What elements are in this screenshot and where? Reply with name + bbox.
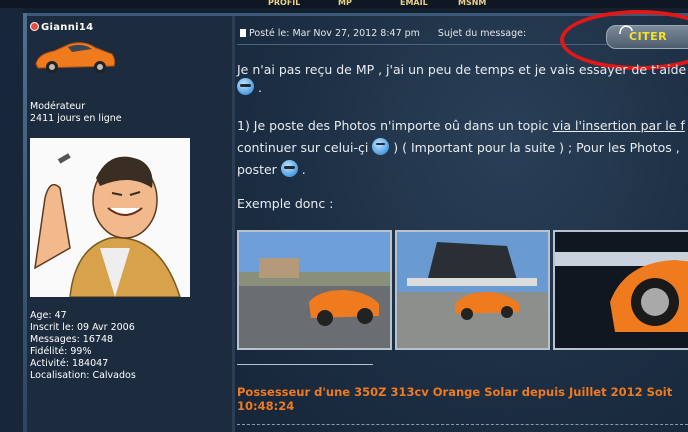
- pm-button[interactable]: MP: [338, 0, 352, 6]
- author-stats: Age: 47 Inscrit le: 09 Avr 2006 Messages…: [30, 310, 136, 382]
- photo-2-image: [397, 232, 548, 348]
- online-status-icon: [30, 22, 39, 31]
- cool-smiley-icon: [237, 78, 254, 95]
- post-icon: [240, 29, 246, 37]
- insertion-link[interactable]: via l'insertion par le f: [553, 118, 685, 133]
- stat-messages: Messages: 16748: [30, 334, 114, 345]
- author-avatar: [30, 138, 190, 297]
- post-date: Posté le: Mar Nov 27, 2012 8:47 pm: [249, 28, 420, 39]
- photo-thumbnail-2[interactable]: [395, 230, 550, 350]
- post-line-1: Je n'ai pas reçu de MP , j'ai un peu de …: [237, 62, 687, 77]
- smile-smiley-icon: [372, 138, 390, 155]
- line2-text: 1) Je poste des Photos n'importe oû dans…: [237, 118, 553, 133]
- photo-thumbnail-1[interactable]: [237, 230, 392, 350]
- days-online-text: 2411 jours en ligne: [30, 113, 122, 124]
- photo-1-image: [239, 232, 390, 348]
- cool-smiley-icon-2: [280, 160, 298, 177]
- photo-thumbnail-3[interactable]: [553, 230, 688, 350]
- stat-location: Localisation: Calvados: [30, 370, 136, 381]
- line4-end-text: .: [297, 162, 306, 177]
- stat-loyalty: Fidélité: 99%: [30, 346, 92, 357]
- post-line-2: 1) Je poste des Photos n'importe oû dans…: [237, 118, 685, 133]
- profile-button[interactable]: PROFIL: [268, 0, 300, 6]
- avatar-caricature: [30, 138, 190, 297]
- photo-3-image: [555, 232, 688, 348]
- author-name[interactable]: Gianni14: [30, 22, 93, 33]
- author-role: Modérateur 2411 jours en ligne: [30, 101, 122, 125]
- post-body-area: [235, 16, 688, 432]
- page-left-margin: [0, 0, 23, 432]
- post-line-3: continuer sur celui-çi ) ( Important pou…: [237, 138, 680, 155]
- signature-line-1: Possesseur d'une 350Z 313cv Orange Solar…: [237, 385, 673, 399]
- author-name-text: Gianni14: [41, 22, 94, 33]
- signature: Possesseur d'une 350Z 313cv Orange Solar…: [237, 385, 672, 413]
- post-line-5: Exemple donc :: [237, 196, 334, 211]
- post-toolbar: PROFIL MP EMAIL MSNM: [0, 0, 688, 8]
- signature-line-2: 10:48:24: [237, 399, 295, 413]
- post-subject-label: Sujet du message:: [437, 28, 527, 39]
- stat-age: Age: 47: [30, 310, 67, 321]
- role-text: Modérateur: [30, 101, 86, 112]
- rank-car-image: [35, 42, 116, 73]
- stat-activity: Activité: 184047: [30, 358, 109, 369]
- line4-text: poster: [237, 162, 277, 177]
- msn-button[interactable]: MSNM: [458, 0, 486, 6]
- post-bottom-divider: [237, 424, 688, 425]
- emoji-end-text: .: [254, 80, 262, 95]
- stat-registered: Inscrit le: 09 Avr 2006: [30, 322, 135, 333]
- post-header: Posté le: Mar Nov 27, 2012 8:47 pm Sujet …: [240, 28, 526, 39]
- post-line-4: poster .: [237, 160, 306, 177]
- post-line-emoji: .: [237, 78, 262, 95]
- signature-divider: [237, 364, 373, 365]
- line3-text-a: continuer sur celui-çi: [237, 140, 369, 155]
- email-button[interactable]: EMAIL: [400, 0, 428, 6]
- line3-text-b: ) ( Important pour la suite ) ; Pour les…: [389, 140, 680, 155]
